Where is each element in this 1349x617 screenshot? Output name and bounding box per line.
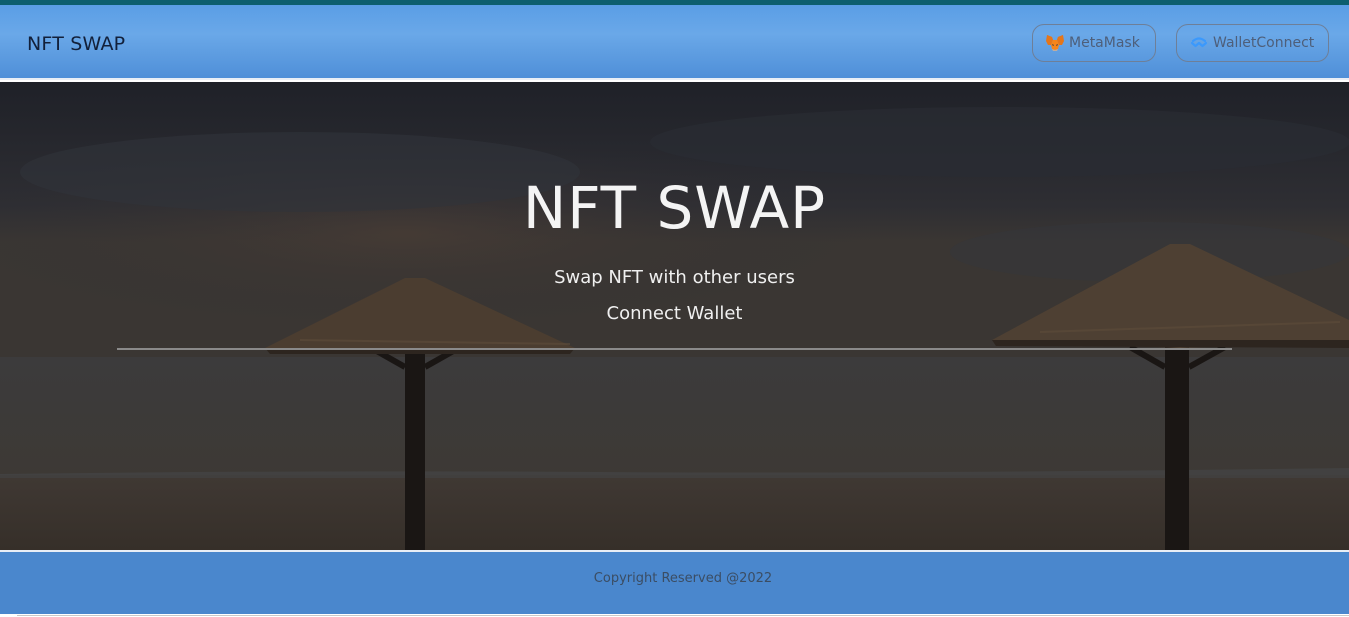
footer: Copyright Reserved @2022 — [0, 550, 1349, 614]
walletconnect-button-label: WalletConnect — [1213, 35, 1315, 51]
hero-title: NFT SWAP — [522, 174, 827, 242]
walletconnect-icon — [1189, 33, 1209, 53]
metamask-button-label: MetaMask — [1069, 35, 1140, 51]
walletconnect-button[interactable]: WalletConnect — [1176, 24, 1329, 62]
hero-divider — [117, 348, 1232, 350]
hero-section: NFT SWAP Swap NFT with other users Conne… — [0, 82, 1349, 550]
page-bottom-divider — [17, 615, 1349, 616]
connect-wallet-link[interactable]: Connect Wallet — [0, 303, 1349, 324]
metamask-fox-icon — [1045, 33, 1065, 53]
copyright-text: Copyright Reserved @2022 — [593, 571, 773, 586]
brand-logo-text[interactable]: NFT SWAP — [27, 33, 125, 55]
metamask-button[interactable]: MetaMask — [1032, 24, 1156, 62]
navbar: NFT SWAP MetaMask WalletConnect — [0, 5, 1349, 80]
hero-subtitle: Swap NFT with other users — [554, 267, 795, 288]
